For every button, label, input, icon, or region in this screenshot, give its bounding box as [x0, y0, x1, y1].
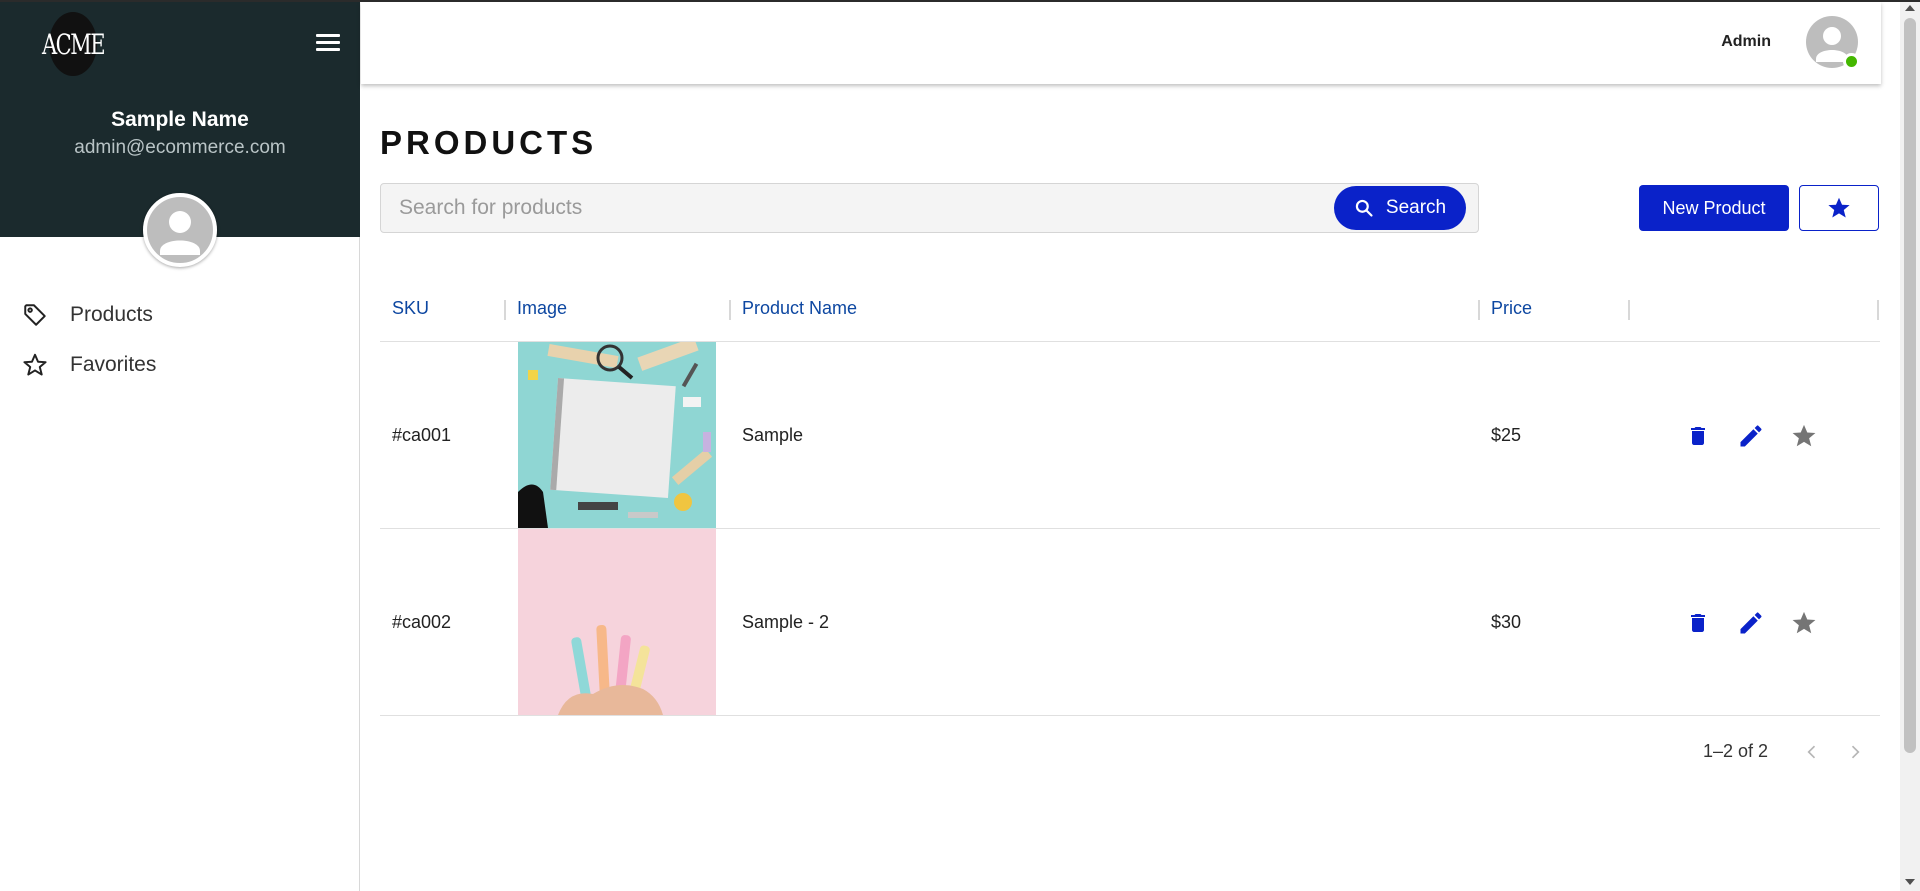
acme-logo[interactable]: ACME — [42, 12, 106, 76]
star-icon — [1792, 611, 1816, 633]
scrollbar-thumb[interactable] — [1904, 18, 1916, 753]
sku-cell: #ca002 — [392, 612, 452, 632]
sidebar-item-label: Favorites — [70, 353, 157, 376]
column-separator[interactable] — [729, 300, 731, 320]
star-icon — [1828, 197, 1850, 218]
column-header-sku[interactable]: SKU — [392, 298, 429, 319]
user-name: Sample Name — [111, 108, 249, 131]
sidebar-nav: Products Favorites — [0, 290, 360, 390]
admin-label: Admin — [1721, 33, 1771, 50]
row-actions — [1680, 342, 1839, 529]
user-email: admin@ecommerce.com — [74, 137, 286, 158]
chevron-right-icon — [1851, 745, 1860, 759]
column-header-product-name[interactable]: Product Name — [742, 298, 857, 319]
column-header-price[interactable]: Price — [1491, 298, 1532, 319]
pencil-icon — [1740, 611, 1762, 633]
delete-button[interactable] — [1680, 605, 1716, 641]
online-status-badge — [1843, 53, 1860, 70]
search-icon — [1354, 198, 1374, 218]
column-separator[interactable] — [1877, 300, 1879, 320]
column-separator[interactable] — [1628, 300, 1630, 320]
column-separator[interactable] — [1478, 300, 1480, 320]
delete-button[interactable] — [1680, 418, 1716, 454]
price-cell: $25 — [1491, 425, 1522, 445]
pagination-range: 1–2 of 2 — [1703, 741, 1769, 761]
edit-button[interactable] — [1733, 418, 1769, 454]
page-title: PRODUCTS — [380, 124, 598, 161]
favorites-filter-button[interactable] — [1799, 185, 1879, 231]
sidebar-item-label: Products — [70, 303, 153, 326]
new-product-button[interactable]: New Product — [1639, 185, 1789, 231]
sku-cell: #ca001 — [392, 425, 452, 445]
favorite-button[interactable] — [1786, 418, 1822, 454]
edit-button[interactable] — [1733, 605, 1769, 641]
tag-icon — [22, 302, 48, 328]
trash-icon — [1691, 613, 1705, 632]
search-bar: Search — [380, 183, 1479, 233]
pencil-icon — [1740, 424, 1762, 446]
app-topbar: Admin — [361, 2, 1881, 84]
search-button[interactable]: Search — [1334, 186, 1466, 230]
favorite-button[interactable] — [1786, 605, 1822, 641]
sidebar-item-products[interactable]: Products — [0, 290, 360, 340]
search-button-label: Search — [1385, 197, 1447, 218]
user-avatar — [143, 193, 217, 267]
previous-page-button[interactable] — [1798, 738, 1826, 766]
scroll-down-arrow[interactable] — [1905, 879, 1915, 885]
sidebar: ACME Sample Name admin@ecommerce.com Pro… — [0, 0, 360, 891]
next-page-button[interactable] — [1841, 738, 1869, 766]
table-row[interactable]: #ca001 Sample $25 — [380, 342, 1880, 529]
table-header: SKU Image Product Name Price — [380, 280, 1880, 342]
product-name-cell: Sample — [742, 425, 804, 445]
products-table: SKU Image Product Name Price #ca001 Samp… — [380, 280, 1880, 716]
product-image-pens — [518, 529, 716, 715]
person-icon — [160, 211, 200, 255]
column-separator[interactable] — [504, 300, 506, 320]
star-icon — [1792, 424, 1816, 446]
search-input[interactable] — [397, 184, 1297, 232]
product-name-cell: Sample - 2 — [742, 612, 830, 632]
vertical-scrollbar[interactable] — [1900, 0, 1920, 891]
table-row[interactable]: #ca002 Sample - 2 $30 — [380, 529, 1880, 716]
sidebar-item-favorites[interactable]: Favorites — [0, 340, 360, 390]
window-top-border — [0, 0, 1920, 2]
product-image-notebook — [518, 342, 716, 528]
row-actions — [1680, 529, 1839, 716]
chevron-left-icon — [1807, 745, 1816, 759]
hamburger-menu-icon[interactable] — [314, 30, 342, 58]
scroll-up-arrow[interactable] — [1905, 5, 1915, 11]
star-outline-icon — [22, 352, 48, 378]
price-cell: $30 — [1491, 612, 1522, 632]
trash-icon — [1691, 426, 1705, 445]
column-header-image[interactable]: Image — [517, 298, 567, 319]
